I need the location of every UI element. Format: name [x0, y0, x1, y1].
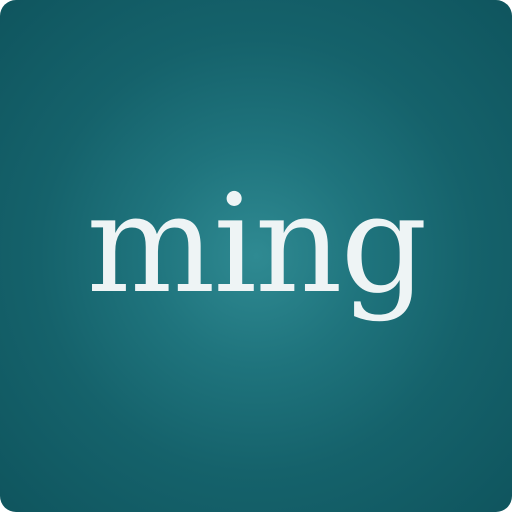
app-icon-tile: ming	[0, 0, 512, 512]
logo-wordmark: ming	[86, 166, 427, 324]
